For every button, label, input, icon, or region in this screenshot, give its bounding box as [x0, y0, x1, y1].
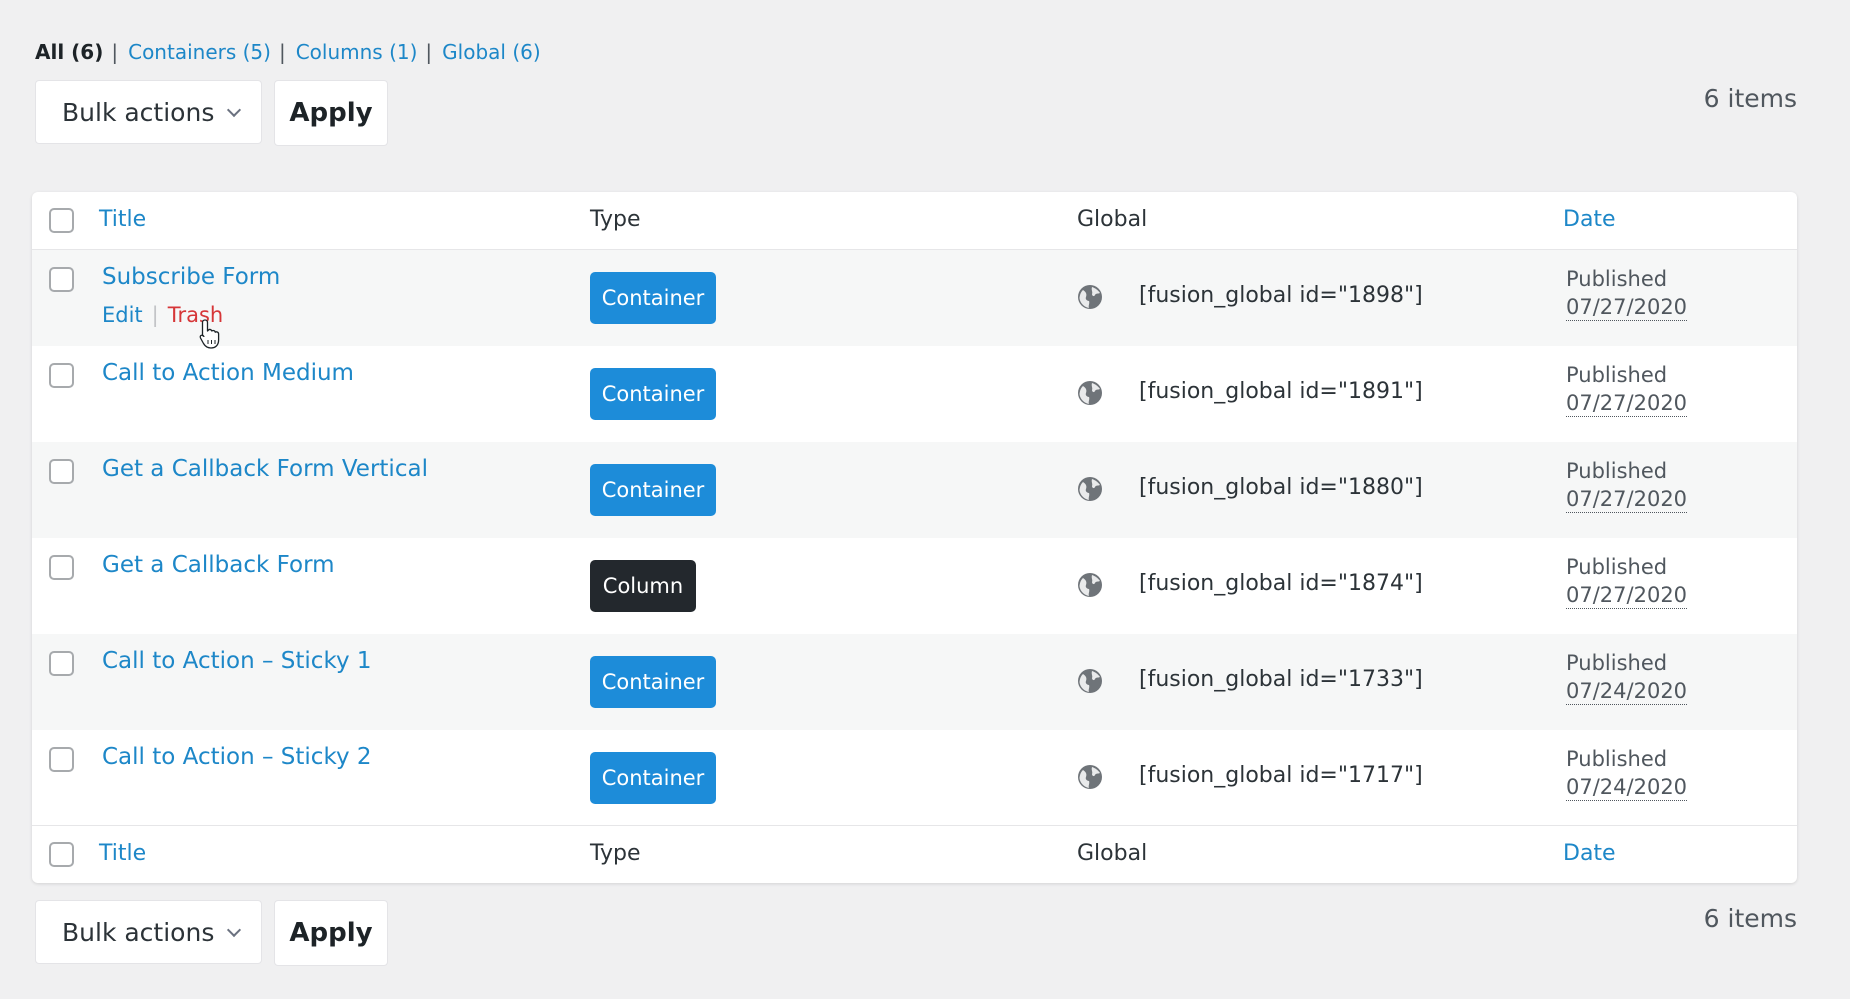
column-footer-title[interactable]: Title [99, 841, 146, 866]
apply-button[interactable]: Apply [274, 900, 388, 966]
row-checkbox[interactable] [49, 459, 74, 484]
global-shortcode: [fusion_global id="1898"] [1139, 283, 1423, 308]
bulk-actions-label: Bulk actions [62, 97, 215, 127]
publish-date: 07/27/2020 [1566, 487, 1688, 513]
status-label: Published [1566, 651, 1668, 675]
publish-date: 07/27/2020 [1566, 295, 1688, 321]
publish-status: Published 07/27/2020 [1566, 264, 1688, 321]
publish-date: 07/27/2020 [1566, 583, 1688, 609]
edit-link[interactable]: Edit [102, 303, 143, 327]
row-actions-separator: | [151, 303, 159, 327]
globe-icon [1078, 669, 1102, 693]
filter-all[interactable]: All (6) [35, 40, 103, 64]
table-row: Get a Callback Form Column [fusion_globa… [32, 538, 1797, 634]
global-shortcode: [fusion_global id="1891"] [1139, 379, 1423, 404]
filter-separator: | [278, 40, 286, 64]
column-header-global: Global [1077, 207, 1148, 232]
tablenav-bottom: Bulk actions Apply 6 items [35, 900, 1797, 966]
globe-icon [1078, 381, 1102, 405]
type-badge[interactable]: Container [590, 464, 716, 516]
row-title-link[interactable]: Get a Callback Form [102, 552, 335, 578]
view-filters: All (6) | Containers (5) | Columns (1) | Globa… [35, 39, 541, 65]
status-label: Published [1566, 267, 1668, 291]
column-header-type: Type [590, 207, 641, 232]
items-count: 6 items [1703, 84, 1797, 113]
globe-icon [1078, 477, 1102, 501]
publish-status: Published 07/24/2020 [1566, 648, 1688, 705]
chevron-down-icon [226, 102, 242, 118]
table-row: Call to Action Medium Container [fusion_… [32, 346, 1797, 442]
status-label: Published [1566, 459, 1668, 483]
row-title-link[interactable]: Get a Callback Form Vertical [102, 456, 428, 482]
globe-icon [1078, 285, 1102, 309]
publish-date: 07/24/2020 [1566, 775, 1688, 801]
publish-status: Published 07/27/2020 [1566, 456, 1688, 513]
type-badge[interactable]: Column [590, 560, 696, 612]
bulk-actions-select[interactable]: Bulk actions [35, 900, 262, 964]
bulk-actions-label: Bulk actions [62, 917, 215, 947]
table-header-row: Title Type Global Date [32, 192, 1797, 250]
column-footer-type: Type [590, 841, 641, 866]
publish-date: 07/27/2020 [1566, 391, 1688, 417]
row-title-link[interactable]: Call to Action – Sticky 1 [102, 648, 372, 674]
filter-global[interactable]: Global (6) [442, 40, 541, 64]
global-shortcode: [fusion_global id="1717"] [1139, 763, 1423, 788]
column-header-title[interactable]: Title [99, 207, 146, 232]
table-row: Subscribe Form Edit | Trash Container [fus… [32, 250, 1797, 346]
publish-status: Published 07/24/2020 [1566, 744, 1688, 801]
row-checkbox[interactable] [49, 363, 74, 388]
bulk-actions-select[interactable]: Bulk actions [35, 80, 262, 144]
row-checkbox[interactable] [49, 747, 74, 772]
row-title-link[interactable]: Subscribe Form [102, 264, 280, 290]
globe-icon [1078, 765, 1102, 789]
row-title-link[interactable]: Call to Action – Sticky 2 [102, 744, 372, 770]
status-label: Published [1566, 363, 1668, 387]
publish-status: Published 07/27/2020 [1566, 360, 1688, 417]
row-checkbox[interactable] [49, 267, 74, 292]
publish-status: Published 07/27/2020 [1566, 552, 1688, 609]
column-footer-date[interactable]: Date [1563, 841, 1616, 866]
filter-containers[interactable]: Containers (5) [128, 40, 271, 64]
items-count: 6 items [1703, 904, 1797, 933]
templates-table: Title Type Global Date Subscribe Form Ed… [32, 192, 1797, 883]
publish-date: 07/24/2020 [1566, 679, 1688, 705]
table-row: Call to Action – Sticky 1 Container [fus… [32, 634, 1797, 730]
table-row: Call to Action – Sticky 2 Container [fus… [32, 730, 1797, 826]
chevron-down-icon [226, 922, 242, 938]
row-checkbox[interactable] [49, 651, 74, 676]
global-shortcode: [fusion_global id="1733"] [1139, 667, 1423, 692]
filter-columns[interactable]: Columns (1) [296, 40, 418, 64]
type-badge[interactable]: Container [590, 656, 716, 708]
type-badge[interactable]: Container [590, 272, 716, 324]
table-footer-row: Title Type Global Date [32, 825, 1797, 883]
type-badge[interactable]: Container [590, 752, 716, 804]
status-label: Published [1566, 555, 1668, 579]
filter-separator: | [425, 40, 433, 64]
status-label: Published [1566, 747, 1668, 771]
table-row: Get a Callback Form Vertical Container [… [32, 442, 1797, 538]
globe-icon [1078, 573, 1102, 597]
column-header-date[interactable]: Date [1563, 207, 1616, 232]
apply-button[interactable]: Apply [274, 80, 388, 146]
tablenav-top: Bulk actions Apply 6 items [35, 80, 1797, 146]
select-all-checkbox[interactable] [49, 208, 74, 233]
global-shortcode: [fusion_global id="1874"] [1139, 571, 1423, 596]
type-badge[interactable]: Container [590, 368, 716, 420]
select-all-checkbox[interactable] [49, 842, 74, 867]
filter-separator: | [111, 40, 119, 64]
global-shortcode: [fusion_global id="1880"] [1139, 475, 1423, 500]
hand-pointer-icon [199, 319, 220, 349]
column-footer-global: Global [1077, 841, 1148, 866]
row-checkbox[interactable] [49, 555, 74, 580]
row-title-link[interactable]: Call to Action Medium [102, 360, 354, 386]
